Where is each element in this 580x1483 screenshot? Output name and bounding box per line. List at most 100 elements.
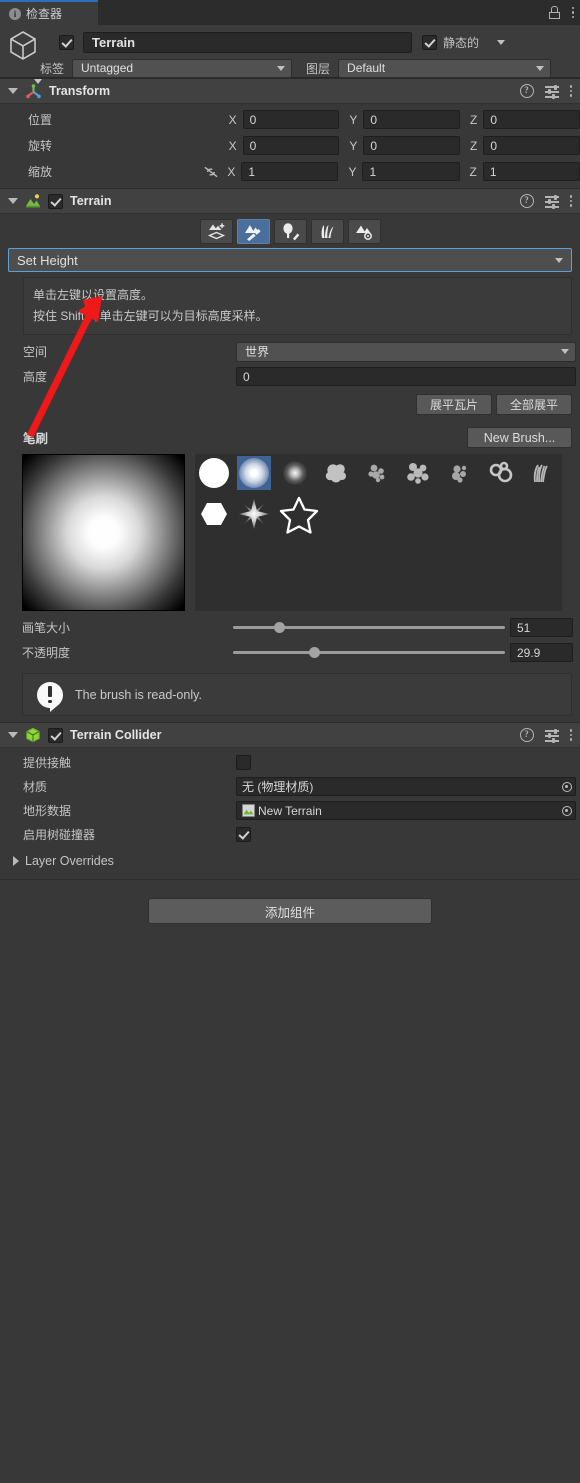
- brush-grass-streaks[interactable]: [524, 456, 558, 490]
- terrain-tool-dropdown-value: Set Height: [17, 252, 78, 268]
- help-icon[interactable]: ?: [519, 84, 534, 98]
- terrain-collider-component-header[interactable]: Terrain Collider ?: [0, 722, 580, 748]
- scale-x-value: 1: [248, 164, 256, 179]
- tab-inspector[interactable]: i 检查器: [0, 0, 98, 25]
- gameobject-name-field[interactable]: Terrain: [83, 31, 412, 53]
- static-dropdown-caret-icon[interactable]: [497, 39, 506, 45]
- brush-noise-2[interactable]: [401, 456, 435, 490]
- brush-size-slider[interactable]: [233, 621, 505, 634]
- brush-readonly-warning: The brush is read-only.: [22, 673, 572, 716]
- terrain-collider-foldout-icon[interactable]: [8, 732, 18, 738]
- kebab-menu-icon[interactable]: [571, 6, 574, 19]
- paint-trees-icon: [282, 223, 299, 241]
- gameobject-enabled-checkbox[interactable]: [59, 34, 74, 50]
- flatten-all-button[interactable]: 全部展平: [496, 394, 572, 415]
- rotation-z-field[interactable]: 0: [483, 136, 580, 155]
- position-y-field[interactable]: 0: [363, 110, 460, 129]
- terrain-space-row: 空间 世界: [0, 341, 580, 362]
- terrain-foldout-icon[interactable]: [8, 198, 18, 204]
- chevron-down-icon: [277, 65, 286, 71]
- space-label: 空间: [23, 345, 48, 359]
- terrain-component-header[interactable]: Terrain ?: [0, 188, 580, 214]
- axis-y-label: Y: [348, 164, 357, 179]
- layer-overrides-foldout[interactable]: Layer Overrides: [0, 850, 580, 871]
- opacity-slider[interactable]: [233, 646, 505, 659]
- terrain-data-object-field[interactable]: New Terrain: [236, 801, 576, 820]
- provides-contacts-checkbox[interactable]: [236, 755, 251, 770]
- material-object-field[interactable]: 无 (物理材质): [236, 777, 576, 796]
- kebab-menu-icon[interactable]: [569, 85, 572, 97]
- enable-tree-colliders-checkbox[interactable]: [236, 827, 251, 842]
- preset-icon[interactable]: [544, 728, 559, 743]
- brush-size-slider-handle[interactable]: [273, 621, 285, 633]
- create-neighbor-terrains-tool[interactable]: [199, 219, 233, 244]
- chevron-down-icon: [561, 349, 569, 354]
- brush-six-point-star[interactable]: [237, 497, 271, 531]
- new-brush-button[interactable]: New Brush...: [467, 427, 572, 448]
- tag-label: 标签: [40, 61, 65, 76]
- opacity-slider-handle[interactable]: [309, 646, 321, 658]
- info-icon: i: [9, 7, 21, 20]
- brush-hexagon[interactable]: [197, 497, 231, 531]
- footer: 添加组件: [0, 880, 580, 924]
- object-picker-icon[interactable]: [558, 778, 575, 795]
- flatten-tile-label: 展平瓦片: [429, 398, 478, 412]
- paint-terrain-tool[interactable]: [236, 219, 270, 244]
- rotation-label: 旋转: [28, 139, 53, 153]
- transform-body: 位置 X 0 Y 0 Z 0 旋转 X 0 Y 0 Z 0 缩放 X 1 Y 1…: [0, 104, 580, 188]
- height-label: 高度: [23, 370, 48, 384]
- opacity-value-field[interactable]: 29.9: [510, 643, 573, 662]
- lock-icon[interactable]: [548, 6, 560, 19]
- help-icon[interactable]: ?: [519, 194, 534, 208]
- preset-icon[interactable]: [544, 194, 559, 209]
- position-z-field[interactable]: 0: [483, 110, 580, 129]
- brush-small-dot[interactable]: [278, 456, 312, 490]
- terrain-settings-tool[interactable]: [347, 219, 381, 244]
- brush-cloud-1[interactable]: [319, 456, 353, 490]
- terrain-title: Terrain: [70, 194, 112, 208]
- layer-dropdown[interactable]: Default: [338, 58, 552, 78]
- brush-noise-3[interactable]: [442, 456, 476, 490]
- flatten-tile-button[interactable]: 展平瓦片: [416, 394, 492, 415]
- terrain-tool-dropdown[interactable]: Set Height: [8, 248, 572, 272]
- terrain-enabled-checkbox[interactable]: [48, 193, 63, 209]
- brush-soft-falloff[interactable]: [237, 456, 271, 490]
- brush-preview: [22, 454, 185, 611]
- rotation-x-field[interactable]: 0: [242, 136, 340, 155]
- position-x-value: 0: [249, 112, 257, 127]
- scale-x-field[interactable]: 1: [241, 162, 339, 181]
- kebab-menu-icon[interactable]: [569, 195, 572, 207]
- help-icon[interactable]: ?: [519, 728, 534, 742]
- preset-icon[interactable]: [544, 84, 559, 99]
- brush-ring-cluster[interactable]: [483, 456, 517, 490]
- link-off-icon[interactable]: [203, 165, 219, 179]
- add-component-button[interactable]: 添加组件: [148, 898, 432, 924]
- brush-hexagon-icon: [201, 503, 227, 525]
- brush-star-outline[interactable]: [278, 494, 320, 536]
- position-y-value: 0: [370, 112, 378, 127]
- axis-x-label: X: [228, 112, 237, 127]
- transform-foldout-icon[interactable]: [8, 88, 18, 94]
- scale-z-field[interactable]: 1: [482, 162, 580, 181]
- paint-trees-tool[interactable]: [273, 219, 307, 244]
- brush-solid-circle[interactable]: [197, 456, 231, 490]
- brush-cloud-1-icon: [325, 464, 346, 483]
- tag-dropdown[interactable]: Untagged: [72, 58, 293, 78]
- scale-label: 缩放: [28, 165, 53, 179]
- terrain-collider-enabled-checkbox[interactable]: [48, 727, 63, 743]
- scale-y-field[interactable]: 1: [362, 162, 460, 181]
- object-picker-icon[interactable]: [558, 802, 575, 819]
- kebab-menu-icon[interactable]: [569, 729, 572, 741]
- chevron-down-icon: [536, 65, 545, 71]
- axis-z-label: Z: [469, 164, 477, 179]
- transform-component-header[interactable]: Transform ?: [0, 78, 580, 104]
- transform-icon: [26, 83, 41, 98]
- static-checkbox[interactable]: [422, 34, 437, 50]
- prefab-caret-icon[interactable]: [34, 79, 42, 84]
- rotation-y-field[interactable]: 0: [363, 136, 460, 155]
- position-x-field[interactable]: 0: [242, 110, 340, 129]
- paint-details-tool[interactable]: [310, 219, 344, 244]
- brush-noise-1[interactable]: [360, 456, 394, 490]
- space-dropdown[interactable]: 世界: [236, 341, 576, 362]
- height-field[interactable]: 0: [236, 367, 576, 386]
